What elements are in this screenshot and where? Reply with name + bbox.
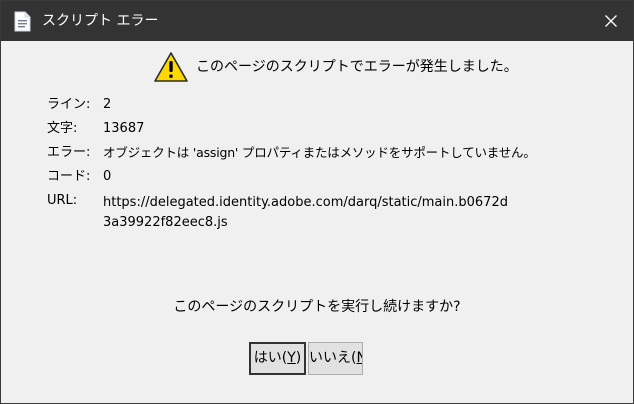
- char-label: 文字:: [47, 121, 78, 136]
- error-value: オブジェクトは 'assign' プロパティまたはメソッドをサポートしていません…: [103, 145, 536, 160]
- error-label: エラー:: [47, 145, 91, 160]
- yes-button-close: ): [295, 350, 302, 366]
- no-mnemonic: N: [356, 350, 362, 366]
- close-icon: [605, 15, 617, 27]
- continue-question: このページのスクリプトを実行し続けますか?: [173, 299, 461, 315]
- no-button[interactable]: いいえ(N: [308, 342, 363, 375]
- url-value-line2: 3a39922f82eec8.js: [103, 215, 228, 230]
- url-value-line1: https://delegated.identity.adobe.com/dar…: [103, 195, 508, 210]
- yes-button[interactable]: はい(Y): [249, 342, 306, 375]
- yes-mnemonic: Y: [287, 350, 296, 366]
- char-value: 13687: [103, 121, 145, 136]
- window-title: スクリプト エラー: [42, 13, 159, 29]
- no-button-label: いいえ(: [309, 350, 357, 366]
- line-value: 2: [103, 97, 112, 112]
- close-button[interactable]: [589, 1, 633, 41]
- url-label: URL:: [47, 193, 78, 208]
- error-headline: このページのスクリプトでエラーが発生しました。: [196, 59, 518, 75]
- code-value: 0: [103, 169, 112, 184]
- code-label: コード:: [47, 169, 91, 184]
- yes-button-label: はい(: [253, 350, 288, 366]
- script-error-dialog: スクリプト エラー このページのスクリプトでエラーが発生しました。 ライン: 2…: [0, 0, 634, 404]
- line-label: ライン:: [47, 97, 91, 112]
- warning-triangle-icon: [154, 52, 188, 82]
- document-icon: [14, 11, 31, 32]
- dialog-body: このページのスクリプトでエラーが発生しました。 ライン: 2 文字: 13687…: [1, 41, 633, 403]
- title-bar[interactable]: スクリプト エラー: [1, 1, 633, 41]
